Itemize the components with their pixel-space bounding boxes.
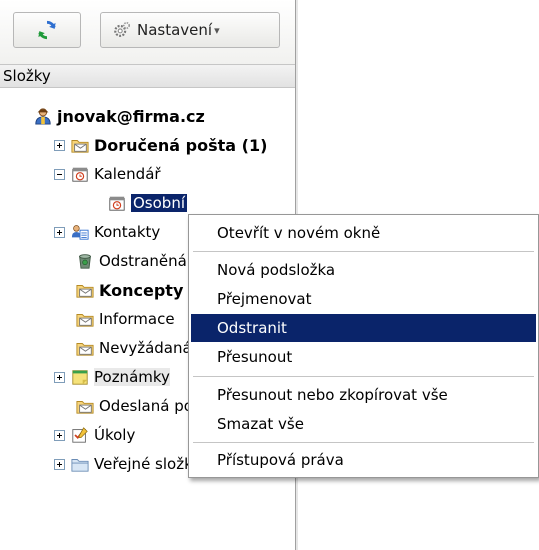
expand-icon[interactable] [54,139,65,151]
tree-item-calendar[interactable]: Kalendář [54,160,161,188]
notes-icon [72,370,88,385]
expand-icon[interactable] [54,458,65,470]
folder-icon [71,459,89,472]
menu-item-move[interactable]: Přesunout [191,343,536,371]
toolbar: Nastavení ▾ [0,0,295,64]
tree-item-calendar-personal[interactable]: Osobní [108,189,187,217]
expand-icon[interactable] [54,226,65,238]
tree-item-tasks[interactable]: Úkoly [54,421,135,449]
context-menu: Otevřít v novém okně Nová podsložka Přej… [188,214,539,478]
tree-item-label: Úkoly [94,426,136,444]
menu-separator [193,376,534,377]
tree-item-label: Osobní [131,194,187,212]
tree-item-label: Koncepty [99,280,184,300]
folder-mail-icon [76,285,94,298]
tree-item-inbox[interactable]: Doručená pošta (1) [54,131,267,159]
expand-icon[interactable] [54,371,65,383]
menu-item-new-subfolder[interactable]: Nová podsložka [191,256,536,284]
tree-item-label: jnovak@firma.cz [57,106,205,126]
tree-item-label: Veřejné složky [94,455,202,473]
refresh-icon [38,20,56,40]
folder-mail-icon [76,343,94,356]
tree-item-contacts[interactable]: Kontakty [54,218,160,246]
folder-mail-icon [76,314,94,327]
menu-item-open-new-window[interactable]: Otevřít v novém okně [191,219,536,247]
menu-separator [193,251,534,252]
tree-item-label: Kontakty [94,223,161,241]
menu-item-move-or-copy-all[interactable]: Přesunout nebo zkopírovat vše [191,381,536,409]
tree-item-info[interactable]: Informace [76,305,175,333]
app-window: Nastavení ▾ Složky jnovak@firma.cz Doruč… [0,0,539,550]
chevron-down-icon: ▾ [214,23,220,37]
trash-icon [79,254,91,269]
tree-item-label: Doručená pošta (1) [94,135,268,155]
tree-item-drafts[interactable]: Koncepty [76,276,183,304]
calendar-icon [72,167,88,182]
user-icon [35,108,51,125]
calendar-icon [109,196,125,211]
settings-button[interactable]: Nastavení ▾ [100,12,280,48]
tree-item-label: Poznámky [94,368,170,386]
folder-mail-icon [76,401,94,414]
tree-item-public-folders[interactable]: Veřejné složky [54,450,201,478]
contacts-icon [71,225,89,240]
menu-item-rename[interactable]: Přejmenovat [191,285,536,313]
menu-item-empty-all[interactable]: Smazat vše [191,410,536,438]
tree-item-notes[interactable]: Poznámky [54,363,170,391]
menu-item-permissions[interactable]: Přístupová práva [191,446,536,474]
section-header: Složky [0,64,295,88]
refresh-button[interactable] [13,12,81,48]
settings-label: Nastavení [137,21,213,39]
collapse-icon[interactable] [54,168,65,180]
expand-icon[interactable] [54,429,65,441]
tasks-icon [72,427,88,443]
menu-separator [193,442,534,443]
tree-item-label: Informace [99,310,175,328]
tree-item-label: Kalendář [94,165,161,183]
gear-icon [114,21,131,37]
menu-item-delete[interactable]: Odstranit [191,314,536,342]
inbox-icon [71,140,89,153]
tree-item-account[interactable]: jnovak@firma.cz [34,102,205,130]
